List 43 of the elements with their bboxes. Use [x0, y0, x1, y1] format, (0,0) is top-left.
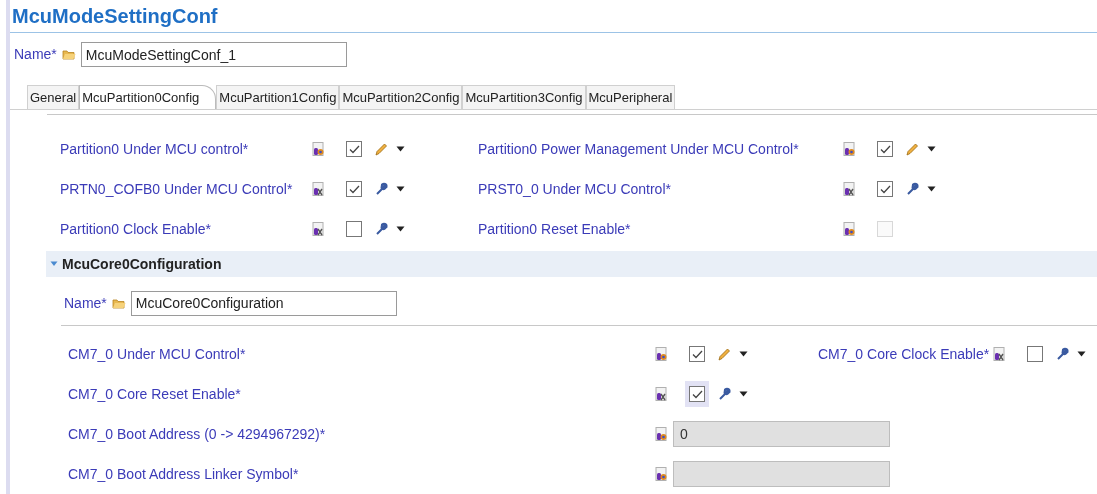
tab[interactable]: General — [27, 85, 80, 109]
name-label: Name* — [64, 293, 107, 313]
dropdown-caret-icon — [396, 186, 405, 192]
checkbox[interactable] — [689, 386, 705, 402]
name-label: Name* — [14, 45, 57, 65]
tab[interactable]: McuPartition3Config — [462, 85, 586, 109]
parameter-label: CM7_0 Core Clock Enable* — [818, 344, 990, 364]
dropdown-caret-icon — [927, 146, 936, 152]
tab[interactable]: McuPartition2Config — [339, 85, 463, 109]
parameter-label: CM7_0 Under MCU Control* — [68, 344, 247, 364]
text-field[interactable]: 0 — [673, 421, 890, 447]
checkbox[interactable] — [346, 221, 362, 237]
parameter-label: Partition0 Under MCU control* — [60, 139, 250, 159]
parameter-label: CM7_0 Core Reset Enable* — [68, 384, 242, 404]
dropdown-caret-icon — [396, 146, 405, 152]
folder-icon — [111, 297, 126, 309]
parameter-label: PRTN0_COFB0 Under MCU Control* — [60, 179, 294, 199]
checkbox[interactable] — [877, 181, 893, 197]
parameter-label: CM7_0 Boot Address Linker Symbol* — [68, 464, 300, 484]
parameter-label: CM7_0 Boot Address (0 -> 4294967292)* — [68, 424, 327, 444]
dropdown-caret-icon — [1077, 351, 1087, 357]
text-field[interactable] — [673, 461, 890, 487]
dropdown-caret-icon — [739, 391, 748, 397]
dropdown-caret-icon — [396, 226, 405, 232]
folder-icon — [61, 49, 76, 61]
checkbox[interactable] — [689, 346, 705, 362]
dropdown-caret-icon — [927, 186, 936, 192]
page-title: McuModeSettingConf — [10, 0, 1097, 33]
checkbox[interactable] — [346, 141, 362, 157]
parameter-label: Partition0 Power Management Under MCU Control* — [478, 139, 800, 159]
checkbox[interactable] — [1027, 346, 1044, 362]
checkbox[interactable] — [346, 181, 362, 197]
name-field[interactable]: McuCore0Configuration — [130, 290, 397, 316]
dropdown-caret-icon — [739, 351, 748, 357]
parameter-label: PRST0_0 Under MCU Control* — [478, 179, 672, 199]
tab[interactable]: McuPartition0Config — [79, 85, 217, 109]
name-field[interactable]: McuModeSettingConf_1 — [80, 42, 347, 68]
parameter-label: Partition0 Clock Enable* — [60, 219, 212, 239]
tab[interactable]: McuPartition1Config — [216, 85, 340, 109]
tab[interactable]: McuPeripheral — [585, 85, 676, 109]
checkbox[interactable] — [877, 141, 893, 157]
parameter-label: Partition0 Reset Enable* — [478, 219, 632, 239]
section-title: McuCore0Configuration — [62, 254, 222, 274]
